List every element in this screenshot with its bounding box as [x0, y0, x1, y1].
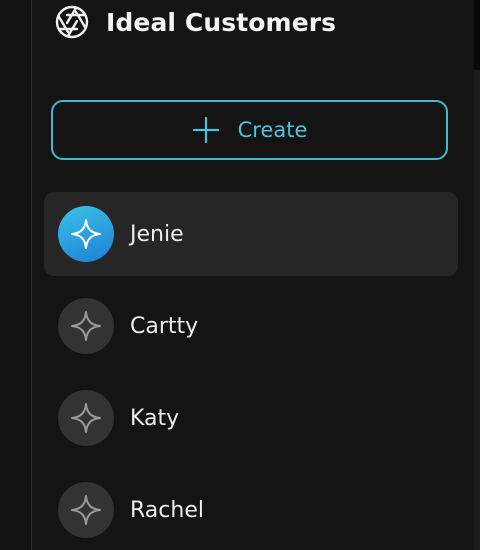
list-item-name: Cartty [130, 313, 199, 339]
plus-icon [192, 116, 220, 144]
page-title: Ideal Customers [106, 7, 337, 37]
customer-list: Jenie Cartty Katy Rachel [44, 192, 458, 550]
sparkle-icon [71, 403, 101, 433]
avatar [58, 390, 114, 446]
left-rail [0, 0, 32, 550]
avatar [58, 482, 114, 538]
sparkle-icon [71, 311, 101, 341]
list-item-cartty[interactable]: Cartty [44, 284, 458, 368]
list-item-name: Jenie [130, 221, 184, 247]
scrollbar[interactable] [474, 0, 480, 550]
panel-header: Ideal Customers [54, 4, 336, 40]
create-button[interactable]: Create [51, 100, 448, 160]
sparkle-icon [71, 219, 101, 249]
aperture-icon [54, 4, 90, 40]
list-item-name: Katy [130, 405, 180, 431]
list-item-katy[interactable]: Katy [44, 376, 458, 460]
list-item-jenie[interactable]: Jenie [44, 192, 458, 276]
scrollbar-track-top [474, 0, 480, 70]
avatar [58, 206, 114, 262]
list-item-name: Rachel [130, 497, 204, 523]
list-item-rachel[interactable]: Rachel [44, 468, 458, 550]
avatar [58, 298, 114, 354]
create-button-label: Create [237, 118, 308, 142]
sparkle-icon [71, 495, 101, 525]
ideal-customers-panel: Ideal Customers Create Jenie Cartty Katy… [0, 0, 480, 550]
